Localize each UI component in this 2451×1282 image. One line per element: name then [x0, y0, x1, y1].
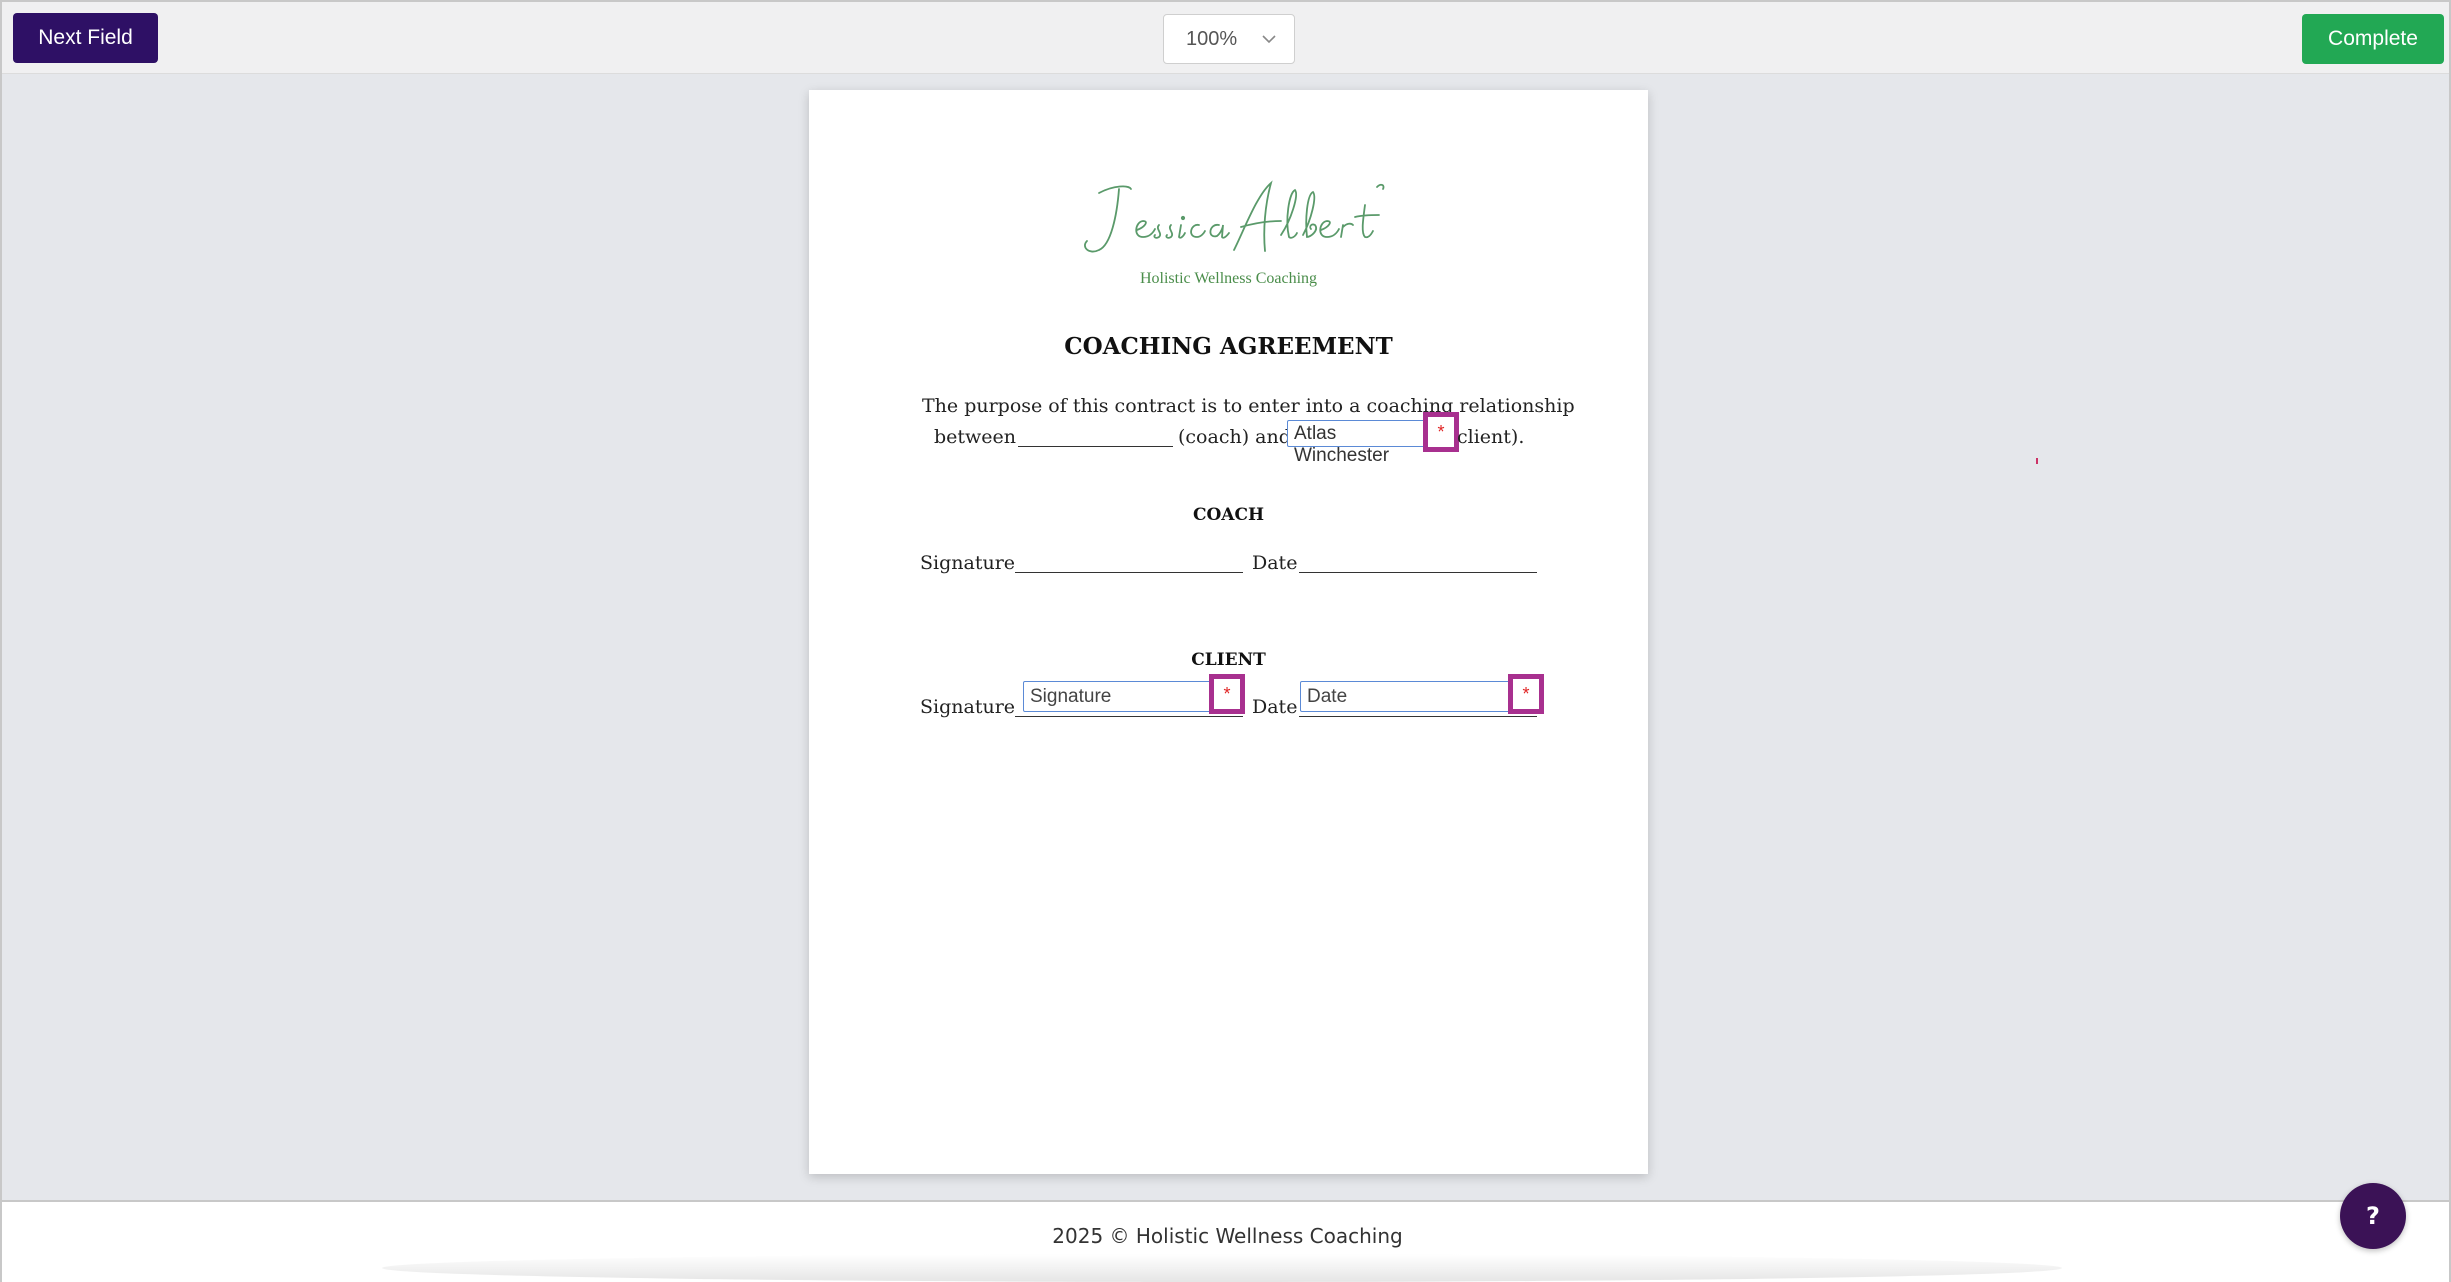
coach-heading: COACH [1192, 505, 1265, 525]
required-indicator-client-date: * [1508, 674, 1544, 714]
client-signature-label: Signature [920, 696, 1016, 718]
footer-copyright: 2025 © Holistic Wellness Coaching [1052, 1224, 1403, 1248]
client-date-label: Date [1252, 696, 1298, 718]
zoom-select[interactable]: 100% [1163, 14, 1295, 64]
client-date-field[interactable]: Date [1300, 681, 1510, 712]
client-date-line [1299, 716, 1537, 717]
intro-coach-label: (coach) and [1178, 426, 1291, 448]
document-page: Holistic Wellness Coaching COACHING AGRE… [809, 90, 1648, 1174]
footer-shadow [382, 1254, 2062, 1282]
client-name-field[interactable]: Atlas Winchester [1287, 420, 1437, 466]
client-name-value: Atlas Winchester [1294, 423, 1390, 466]
coach-signature-label: Signature [920, 552, 1016, 574]
logo-subtitle: Holistic Wellness Coaching [1139, 270, 1318, 287]
jessica-albert-logo [1084, 180, 1385, 253]
required-indicator-client-name: * [1423, 412, 1459, 452]
client-signature-field[interactable]: Signature [1023, 681, 1233, 712]
client-signature-placeholder: Signature [1030, 686, 1112, 707]
complete-button[interactable]: Complete [2302, 14, 2444, 64]
chevron-down-icon [1262, 35, 1276, 44]
required-indicator-client-signature: * [1209, 674, 1245, 714]
intro-line-1: The purpose of this contract is to enter… [922, 395, 1575, 417]
client-signature-line [1015, 716, 1243, 717]
stray-marker [2036, 458, 2038, 464]
help-button[interactable]: ? [2340, 1183, 2406, 1249]
intro-client-label: client). [1457, 426, 1525, 448]
zoom-value: 100% [1186, 27, 1238, 50]
coach-signature-line [1015, 572, 1243, 573]
top-toolbar: Next Field 100% Complete [2, 2, 2449, 74]
client-date-placeholder: Date [1307, 686, 1348, 707]
intro-between-label: between [934, 426, 1017, 448]
client-heading: CLIENT [1191, 650, 1266, 670]
coach-date-line [1299, 572, 1537, 573]
coach-date-label: Date [1252, 552, 1298, 574]
next-field-button[interactable]: Next Field [13, 13, 158, 63]
coach-name-line [1018, 446, 1173, 447]
document-title: COACHING AGREEMENT [1064, 333, 1393, 360]
